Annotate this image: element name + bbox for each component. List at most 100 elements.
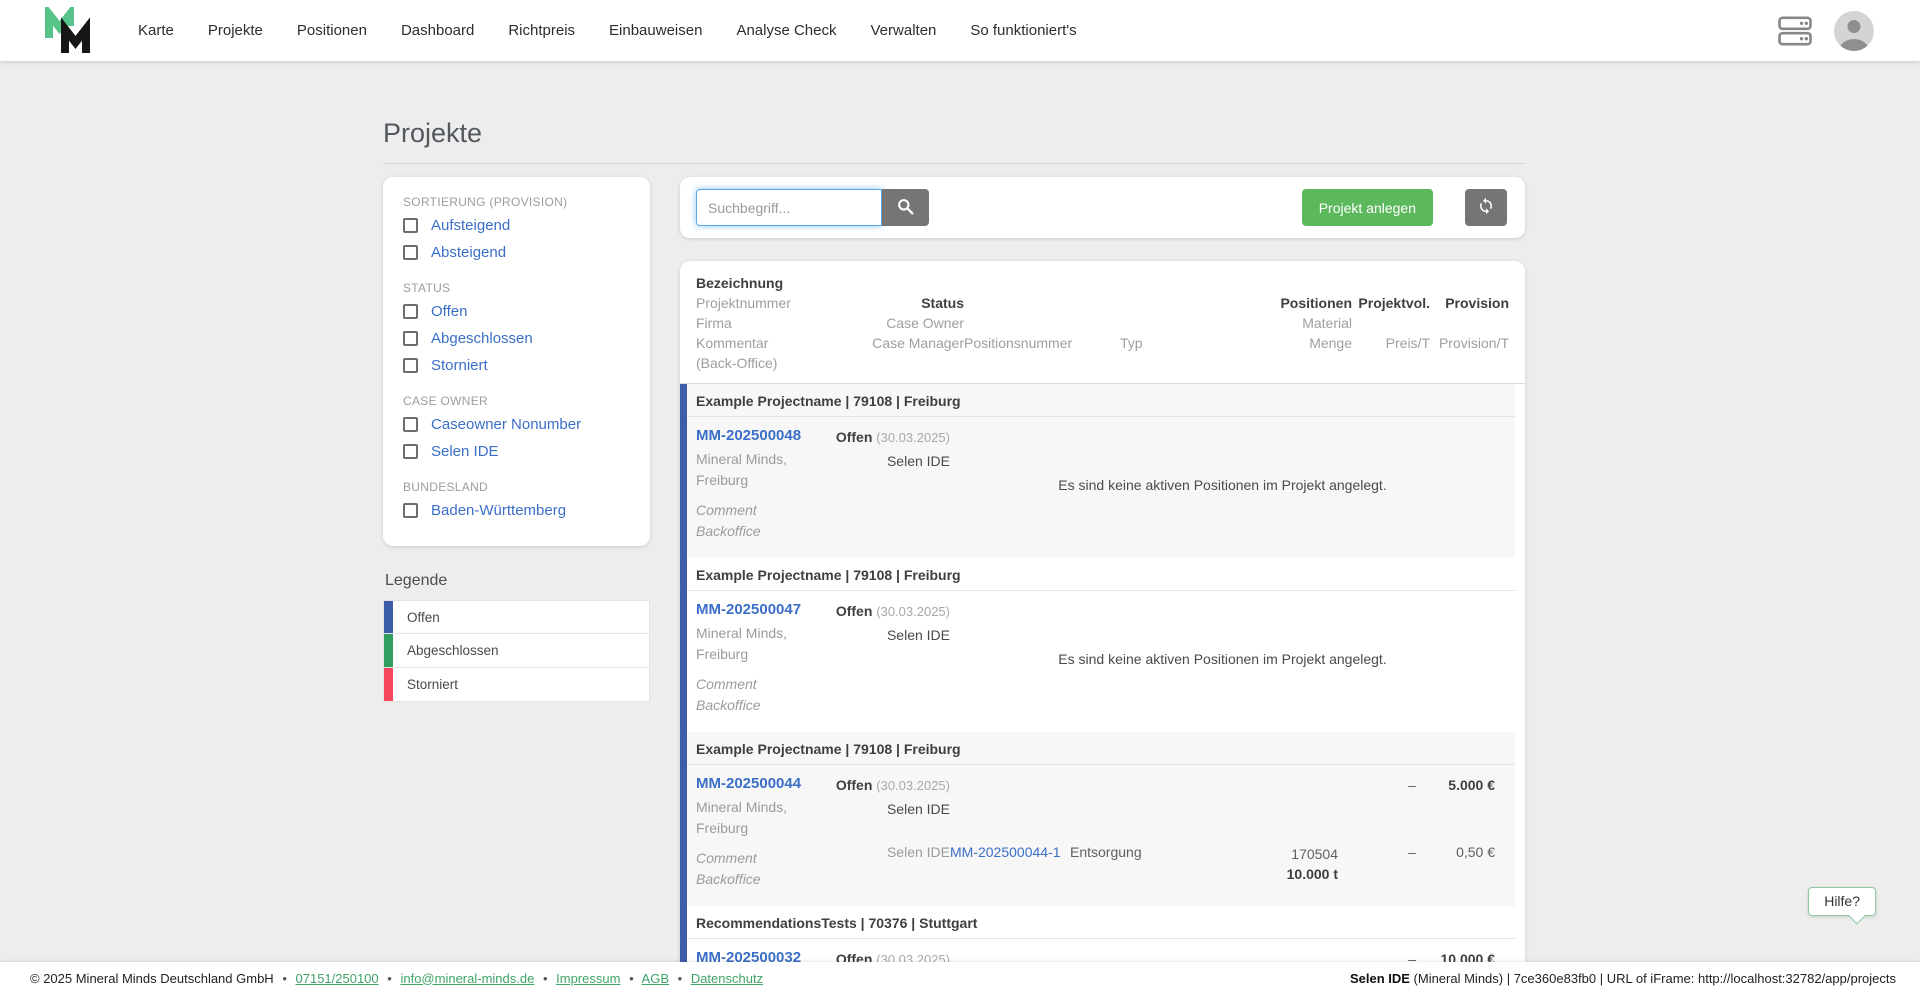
footer-separator: • <box>629 970 634 986</box>
checkbox-caseowner-nonumber[interactable] <box>403 417 418 432</box>
col-projektnummer: Projektnummer <box>696 295 791 311</box>
case-owner-value: Selen IDE <box>886 453 950 469</box>
position-number-cell: MM-202500044-1 <box>950 844 1070 891</box>
filter-link-caseowner-nonumber[interactable]: Caseowner Nonumber <box>431 416 581 433</box>
col-material: Material <box>1302 315 1352 331</box>
case-owner-value: Selen IDE <box>886 627 950 643</box>
filter-section-sortierung: SORTIERUNG (PROVISION) <box>403 195 568 209</box>
project-title: RecommendationsTests | 70376 | Stuttgart <box>687 906 1515 939</box>
status-date: (30.03.2025) <box>876 430 950 445</box>
project-row: Example Projectname | 79108 | Freiburg M… <box>680 384 1515 558</box>
project-title: Example Projectname | 79108 | Freiburg <box>687 732 1515 765</box>
status-value: Offen <box>835 429 873 445</box>
legend-color-abgeschlossen <box>384 634 393 667</box>
nav-item-positionen[interactable]: Positionen <box>297 22 367 39</box>
filter-option-absteigend[interactable]: Absteigend <box>403 239 632 266</box>
filter-option-baden-wuerttemberg[interactable]: Baden-Württemberg <box>403 497 632 524</box>
col-projektvol: Projektvol. <box>1358 295 1430 311</box>
filter-option-caseowner-nonumber[interactable]: Caseowner Nonumber <box>403 411 632 438</box>
checkbox-absteigend[interactable] <box>403 245 418 260</box>
table-header: Bezeichnung Projektnummer Firma Kommenta… <box>680 261 1525 384</box>
checkbox-aufsteigend[interactable] <box>403 218 418 233</box>
footer-separator: • <box>677 970 683 986</box>
filter-link-absteigend[interactable]: Absteigend <box>431 244 506 261</box>
mineral-minds-logo-icon[interactable] <box>42 7 100 54</box>
filter-option-offen[interactable]: Offen <box>403 298 632 325</box>
filter-link-abgeschlossen[interactable]: Abgeschlossen <box>431 330 533 347</box>
nav-item-karte[interactable]: Karte <box>138 22 174 39</box>
nav-item-analyse-check[interactable]: Analyse Check <box>736 22 836 39</box>
checkbox-baden-wuerttemberg[interactable] <box>403 503 418 518</box>
col-case-owner: Case Owner <box>886 315 964 331</box>
nav-item-verwalten[interactable]: Verwalten <box>871 22 937 39</box>
position-number-link[interactable]: MM-202500044-1 <box>950 844 1061 860</box>
col-firma: Firma <box>696 315 732 331</box>
legend-item-offen: Offen <box>383 600 650 634</box>
position-typ: Entsorgung <box>1070 843 1142 860</box>
nav-item-so-funktionierts[interactable]: So funktioniert's <box>970 22 1076 39</box>
filter-option-aufsteigend[interactable]: Aufsteigend <box>403 212 632 239</box>
search-icon <box>897 198 914 218</box>
nav-item-projekte[interactable]: Projekte <box>208 22 263 39</box>
col-status: Status <box>921 295 964 311</box>
footer-impressum-link[interactable]: Impressum <box>556 971 620 986</box>
project-status: Offen (30.03.2025) Selen IDE <box>822 775 950 826</box>
toolbar: Projekt anlegen <box>680 177 1525 238</box>
checkbox-offen[interactable] <box>403 304 418 319</box>
footer-email-link[interactable]: info@mineral-minds.de <box>400 971 534 986</box>
search-input[interactable] <box>696 189 882 226</box>
copyright-text: © 2025 Mineral Minds Deutschland GmbH <box>30 970 274 986</box>
help-button[interactable]: Hilfe? <box>1808 887 1876 916</box>
project-company: Mineral Minds, <box>696 799 788 815</box>
header-actions <box>1778 10 1874 51</box>
nav-item-dashboard[interactable]: Dashboard <box>401 22 474 39</box>
footer-separator: • <box>282 970 287 986</box>
position-menge-cell: 170504 10.000 t <box>1232 844 1338 891</box>
refresh-button[interactable] <box>1465 189 1507 226</box>
footer-phone-link[interactable]: 07151/250100 <box>296 971 379 986</box>
project-city: Freiburg <box>696 472 749 488</box>
project-info: MM-202500044 Mineral Minds, Freiburg Com… <box>696 775 822 890</box>
filter-link-storniert[interactable]: Storniert <box>431 357 488 374</box>
search-button[interactable] <box>882 189 929 226</box>
checkbox-abgeschlossen[interactable] <box>403 331 418 346</box>
project-row: Example Projectname | 79108 | Freiburg M… <box>680 732 1515 906</box>
footer-agb-link[interactable]: AGB <box>642 971 669 986</box>
nav-item-einbauweisen[interactable]: Einbauweisen <box>609 22 702 39</box>
footer-separator: • <box>387 970 392 986</box>
project-number-link[interactable]: MM-202500048 <box>696 427 801 444</box>
project-number-link[interactable]: MM-202500047 <box>696 601 801 618</box>
filter-link-selen-ide[interactable]: Selen IDE <box>431 443 499 460</box>
project-status: Offen (30.03.2025) Selen IDE <box>822 427 950 542</box>
app-header: Karte Projekte Positionen Dashboard Rich… <box>0 0 1920 61</box>
project-backoffice: Backoffice <box>696 871 761 887</box>
server-rows-icon[interactable] <box>1778 15 1812 46</box>
col-positionen: Positionen <box>1280 295 1352 311</box>
user-avatar-icon[interactable] <box>1834 10 1874 51</box>
project-backoffice: Backoffice <box>696 697 761 713</box>
project-number-link[interactable]: MM-202500032 <box>696 949 801 962</box>
filter-link-baden-wuerttemberg[interactable]: Baden-Württemberg <box>431 502 566 519</box>
position-preis: – <box>1408 843 1416 860</box>
nav-item-richtpreis[interactable]: Richtpreis <box>508 22 575 39</box>
sidebar: SORTIERUNG (PROVISION) Aufsteigend Abste… <box>383 177 650 702</box>
filter-link-aufsteigend[interactable]: Aufsteigend <box>431 217 510 234</box>
main-area: Projekte SORTIERUNG (PROVISION) Aufsteig… <box>0 61 1920 962</box>
project-number-link[interactable]: MM-202500044 <box>696 775 801 792</box>
filter-option-abgeschlossen[interactable]: Abgeschlossen <box>403 325 632 352</box>
legend-color-storniert <box>384 668 393 701</box>
filter-option-storniert[interactable]: Storniert <box>403 352 632 379</box>
filter-section-bundesland: BUNDESLAND <box>403 480 489 494</box>
filter-link-offen[interactable]: Offen <box>431 303 467 320</box>
footer-datenschutz-link[interactable]: Datenschutz <box>691 971 763 986</box>
title-divider <box>383 163 1525 164</box>
create-project-button[interactable]: Projekt anlegen <box>1301 189 1433 226</box>
col-positionsnummer: Positionsnummer <box>964 335 1073 351</box>
checkbox-storniert[interactable] <box>403 358 418 373</box>
project-preis-dash: – <box>1408 951 1416 962</box>
filter-option-selen-ide[interactable]: Selen IDE <box>403 438 632 465</box>
checkbox-selen-ide[interactable] <box>403 444 418 459</box>
project-title: Example Projectname | 79108 | Freiburg <box>687 384 1515 417</box>
status-date: (30.03.2025) <box>876 778 950 793</box>
project-city: Freiburg <box>696 820 749 836</box>
